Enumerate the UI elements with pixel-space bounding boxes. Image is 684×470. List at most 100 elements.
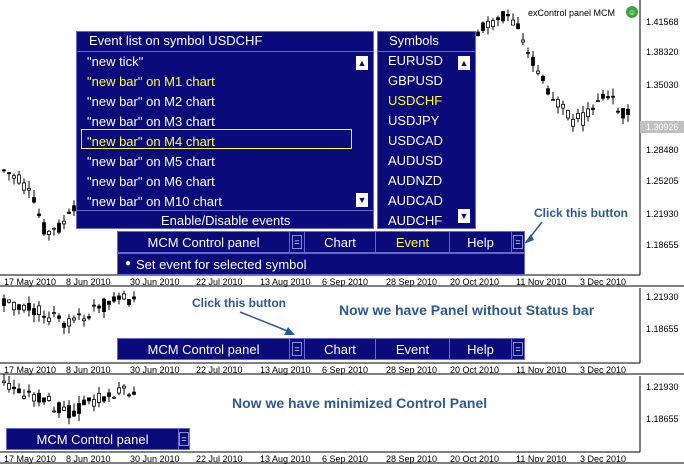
candle-body <box>52 410 56 413</box>
event-item[interactable]: "new bar" on M5 chart <box>87 154 215 169</box>
event-item[interactable]: "new bar" on M3 chart <box>87 114 215 129</box>
symbol-scrollbar[interactable]: ▲ ▼ <box>457 54 471 226</box>
date-label: 6 Sep 2010 <box>322 454 369 464</box>
help-button[interactable]: Help <box>450 232 512 252</box>
price-label: 1.21930 <box>646 292 679 302</box>
selected-event-highlight <box>81 129 352 149</box>
candle-body <box>501 11 505 22</box>
date-label: 11 Nov 2010 <box>516 454 567 464</box>
candle-body <box>82 399 86 406</box>
date-label: 20 Oct 2010 <box>450 277 500 287</box>
symbols-title: Symbols <box>389 33 439 48</box>
annotation-2: Click this button <box>192 296 286 310</box>
candle-body <box>62 406 66 411</box>
chart-button[interactable]: Chart <box>304 232 376 252</box>
mcm-control-panel-button[interactable]: MCM Control panel <box>7 429 179 449</box>
candle-body <box>12 386 16 390</box>
candle-body <box>67 318 71 327</box>
scroll-down-icon[interactable]: ▼ <box>458 209 470 223</box>
scroll-down-icon[interactable]: ▼ <box>356 193 368 207</box>
event-item[interactable]: "new bar" on M2 chart <box>87 94 215 109</box>
date-label: 8 Jun 2010 <box>66 277 111 287</box>
symbol-item[interactable]: EURUSD <box>388 53 443 68</box>
symbol-item[interactable]: AUDNZD <box>388 173 442 188</box>
date-label: 8 Jun 2010 <box>66 454 111 464</box>
help-button[interactable]: Help <box>450 339 512 359</box>
terminal-window: exControl panel MCM ☺ 1.41568 1.38320 1.… <box>0 0 684 470</box>
minimize-icon[interactable]: = <box>513 342 523 356</box>
event-button[interactable]: Event <box>376 339 450 359</box>
candle-body <box>57 402 61 414</box>
event-item[interactable]: "new tick" <box>87 54 143 69</box>
candle-body <box>52 227 56 230</box>
symbol-item[interactable]: AUDCHF <box>388 213 442 228</box>
candle-body <box>626 108 630 115</box>
symbol-item[interactable]: USDJPY <box>388 113 439 128</box>
candle-body <box>57 222 61 233</box>
date-label: 13 Aug 2010 <box>260 365 311 375</box>
candle-body <box>7 299 11 303</box>
symbol-item[interactable]: GBPUSD <box>388 73 443 88</box>
candle-body <box>531 56 535 66</box>
candle-body <box>22 304 26 311</box>
candle-body <box>17 388 21 394</box>
minimize-icon[interactable]: = <box>179 432 189 446</box>
candle-body <box>27 303 31 311</box>
event-list-title: Event list on symbol USDCHF <box>89 33 263 48</box>
symbol-item[interactable]: AUDUSD <box>388 153 443 168</box>
date-label: 17 May 2010 <box>4 277 57 287</box>
minimize-icon[interactable]: = <box>292 342 302 356</box>
candle-body <box>496 17 500 21</box>
candle-body <box>12 175 16 179</box>
event-item[interactable]: "new bar" on M10 chart <box>87 194 222 209</box>
date-label: 22 Jul 2010 <box>196 365 243 375</box>
candle-body <box>32 394 36 402</box>
minimize-icon[interactable]: = <box>292 235 302 249</box>
mcm-control-panel-button[interactable]: MCM Control panel <box>118 339 290 359</box>
event-item[interactable]: "new bar" on M1 chart <box>87 74 215 89</box>
event-item[interactable]: "new bar" on M6 chart <box>87 174 215 189</box>
candle-body <box>546 88 550 95</box>
date-label: 28 Sep 2010 <box>386 365 438 375</box>
mcm-control-panel-button[interactable]: MCM Control panel <box>118 232 290 252</box>
candle-body <box>37 305 41 315</box>
symbol-item[interactable]: AUDCAD <box>388 193 443 208</box>
candle-body <box>621 108 625 119</box>
scroll-up-icon[interactable]: ▲ <box>356 56 368 70</box>
candle-body <box>62 220 66 225</box>
price-label: 1.35030 <box>646 80 679 90</box>
date-label: 17 May 2010 <box>4 365 57 375</box>
date-label: 28 Sep 2010 <box>386 454 438 464</box>
candle-body <box>97 305 101 309</box>
annotation-4: Now we have minimized Control Panel <box>232 395 488 411</box>
control-panel-bar-minimized: MCM Control panel = <box>6 428 190 450</box>
candle-body <box>581 112 585 126</box>
candle-body <box>117 387 121 394</box>
date-label: 11 Nov 2010 <box>516 365 567 375</box>
candle-body <box>27 390 31 393</box>
candle-body <box>7 172 11 175</box>
minimize-icon[interactable]: = <box>513 235 523 249</box>
event-scrollbar[interactable]: ▲ ▼ <box>355 54 369 210</box>
candle-body <box>117 295 121 300</box>
panel-title-label: exControl panel MCM <box>528 8 616 18</box>
candle-body <box>12 301 16 311</box>
enable-disable-events-button[interactable]: Enable/Disable events <box>161 213 290 228</box>
candle-body <box>601 93 605 99</box>
candle-body <box>122 293 126 300</box>
date-label: 28 Sep 2010 <box>386 277 438 287</box>
candle-body <box>97 392 101 403</box>
candle-body <box>2 380 6 384</box>
symbol-item[interactable]: USDCAD <box>388 133 443 148</box>
candle-body <box>586 108 590 117</box>
candle-body <box>526 51 530 54</box>
date-label: 20 Oct 2010 <box>450 454 500 464</box>
event-button[interactable]: Event <box>376 232 450 252</box>
price-label: 1.21930 <box>646 209 679 219</box>
candle-body <box>122 385 126 389</box>
symbol-item[interactable]: USDCHF <box>388 93 442 108</box>
candle-body <box>112 396 116 399</box>
scroll-up-icon[interactable]: ▲ <box>458 56 470 70</box>
chart-button[interactable]: Chart <box>304 339 376 359</box>
price-label: 1.18655 <box>646 414 679 424</box>
